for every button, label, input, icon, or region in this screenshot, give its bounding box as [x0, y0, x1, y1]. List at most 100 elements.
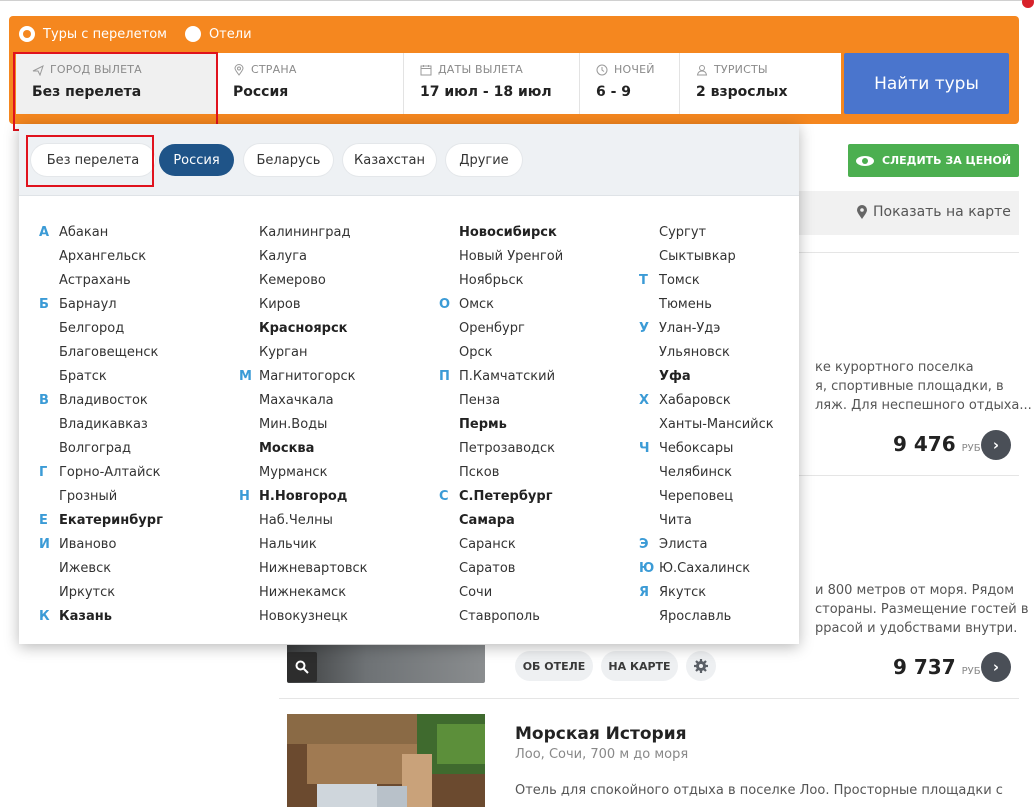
city-item[interactable]: Ульяновск — [659, 340, 799, 364]
city-item[interactable]: Архангельск — [59, 244, 239, 268]
city-item[interactable]: Владикавказ — [59, 412, 239, 436]
departure-city-field[interactable]: ГОРОД ВЫЛЕТА Без перелета — [16, 53, 217, 114]
city-item[interactable]: Сыктывкар — [659, 244, 799, 268]
departure-dates-field[interactable]: ДАТЫ ВЫЛЕТА 17 июл - 18 июл — [404, 53, 580, 114]
city-item[interactable]: С С.Петербург — [439, 484, 639, 508]
city-name: Иркутск — [59, 584, 116, 600]
country-field[interactable]: СТРАНА Россия — [217, 53, 404, 114]
settings-button[interactable] — [686, 651, 716, 681]
tab-no-flight[interactable]: Без перелета — [31, 144, 155, 176]
city-item[interactable]: Я Якутск — [639, 580, 799, 604]
tab-other[interactable]: Другие — [446, 144, 522, 176]
show-on-map-link[interactable]: Показать на карте — [857, 204, 1011, 220]
city-item[interactable]: Челябинск — [659, 460, 799, 484]
city-item[interactable]: О Омск — [439, 292, 639, 316]
city-item[interactable]: Пенза — [459, 388, 639, 412]
city-item[interactable]: Самара — [459, 508, 639, 532]
city-item[interactable]: Ноябрьск — [459, 268, 639, 292]
city-item[interactable]: Ю Ю.Сахалинск — [639, 556, 799, 580]
radio-checked-icon[interactable] — [19, 26, 35, 42]
city-item[interactable]: Новый Уренгой — [459, 244, 639, 268]
city-item[interactable]: Саранск — [459, 532, 639, 556]
city-item[interactable]: К Казань — [39, 604, 239, 628]
city-item[interactable]: Новокузнецк — [259, 604, 439, 628]
radio-tours-with-flight[interactable]: Туры с перелетом — [19, 26, 167, 42]
city-item[interactable]: Махачкала — [259, 388, 439, 412]
tourists-label-text: ТУРИСТЫ — [714, 63, 768, 76]
city-name: Владикавказ — [59, 416, 148, 432]
city-item[interactable]: Ханты-Мансийск — [659, 412, 799, 436]
tab-kazakhstan[interactable]: Казахстан — [343, 144, 436, 176]
city-item[interactable]: Мурманск — [259, 460, 439, 484]
city-item[interactable]: Нижневартовск — [259, 556, 439, 580]
tourists-field[interactable]: ТУРИСТЫ 2 взрослых — [680, 53, 841, 114]
departure-city-value: Без перелета — [32, 84, 142, 100]
city-item[interactable]: И Иваново — [39, 532, 239, 556]
city-item[interactable]: Орск — [459, 340, 639, 364]
city-item[interactable]: Ч Чебоксары — [639, 436, 799, 460]
on-map-button[interactable]: НА КАРТЕ — [601, 651, 678, 681]
find-tours-button[interactable]: Найти туры — [844, 53, 1009, 114]
city-item[interactable]: Кемерово — [259, 268, 439, 292]
city-item[interactable]: Саратов — [459, 556, 639, 580]
city-item[interactable]: Ижевск — [59, 556, 239, 580]
city-item[interactable]: Калининград — [259, 220, 439, 244]
card-3-photo[interactable] — [287, 714, 485, 807]
city-item[interactable]: В Владивосток — [39, 388, 239, 412]
city-item[interactable]: Белгород — [59, 316, 239, 340]
city-item[interactable]: Нижнекамск — [259, 580, 439, 604]
city-item[interactable]: Т Томск — [639, 268, 799, 292]
city-item[interactable]: Братск — [59, 364, 239, 388]
city-item[interactable]: Б Барнаул — [39, 292, 239, 316]
city-item[interactable]: Г Горно-Алтайск — [39, 460, 239, 484]
card-3-title[interactable]: Морская История — [515, 724, 687, 744]
city-item[interactable]: У Улан-Удэ — [639, 316, 799, 340]
city-item[interactable]: Тюмень — [659, 292, 799, 316]
city-item[interactable]: Уфа — [659, 364, 799, 388]
city-item[interactable]: Калуга — [259, 244, 439, 268]
city-item[interactable]: Е Екатеринбург — [39, 508, 239, 532]
card-1-arrow-button[interactable]: › — [981, 430, 1011, 460]
city-item[interactable]: Астрахань — [59, 268, 239, 292]
city-item[interactable]: Москва — [259, 436, 439, 460]
city-item[interactable]: Мин.Воды — [259, 412, 439, 436]
city-item[interactable]: Петрозаводск — [459, 436, 639, 460]
city-item[interactable]: Ярославль — [659, 604, 799, 628]
city-item[interactable]: Грозный — [59, 484, 239, 508]
city-item[interactable]: Оренбург — [459, 316, 639, 340]
city-item[interactable]: Волгоград — [59, 436, 239, 460]
nights-field[interactable]: НОЧЕЙ 6 - 9 — [580, 53, 680, 114]
radio-unchecked-icon[interactable] — [184, 26, 201, 42]
tab-belarus[interactable]: Беларусь — [244, 144, 333, 176]
city-item[interactable]: Новосибирск — [459, 220, 639, 244]
city-item[interactable]: П П.Камчатский — [439, 364, 639, 388]
city-item[interactable]: Череповец — [659, 484, 799, 508]
city-item[interactable]: Сургут — [659, 220, 799, 244]
city-item[interactable]: Э Элиста — [639, 532, 799, 556]
city-item[interactable]: А Абакан — [39, 220, 239, 244]
city-item[interactable]: Сочи — [459, 580, 639, 604]
city-item[interactable]: Киров — [259, 292, 439, 316]
city-name: Киров — [259, 296, 301, 312]
city-item[interactable]: Псков — [459, 460, 639, 484]
zoom-button[interactable] — [287, 652, 317, 682]
city-item[interactable]: Нальчик — [259, 532, 439, 556]
card-2-arrow-button[interactable]: › — [981, 652, 1011, 682]
city-item[interactable]: Благовещенск — [59, 340, 239, 364]
city-item[interactable]: М Магнитогорск — [239, 364, 439, 388]
city-item[interactable]: Пермь — [459, 412, 639, 436]
watch-price-button[interactable]: СЛЕДИТЬ ЗА ЦЕНОЙ — [848, 144, 1019, 177]
city-item[interactable]: Н Н.Новгород — [239, 484, 439, 508]
city-item[interactable]: Чита — [659, 508, 799, 532]
close-badge-icon[interactable] — [1022, 0, 1034, 8]
about-hotel-button[interactable]: ОБ ОТЕЛЕ — [515, 651, 593, 681]
city-item[interactable]: Курган — [259, 340, 439, 364]
city-item[interactable]: Х Хабаровск — [639, 388, 799, 412]
city-item[interactable]: Наб.Челны — [259, 508, 439, 532]
alphabet-letter: Я — [639, 584, 650, 600]
city-item[interactable]: Иркутск — [59, 580, 239, 604]
city-item[interactable]: Красноярск — [259, 316, 439, 340]
city-item[interactable]: Ставрополь — [459, 604, 639, 628]
radio-hotels[interactable]: Отели — [184, 26, 252, 42]
tab-russia[interactable]: Россия — [159, 144, 234, 176]
